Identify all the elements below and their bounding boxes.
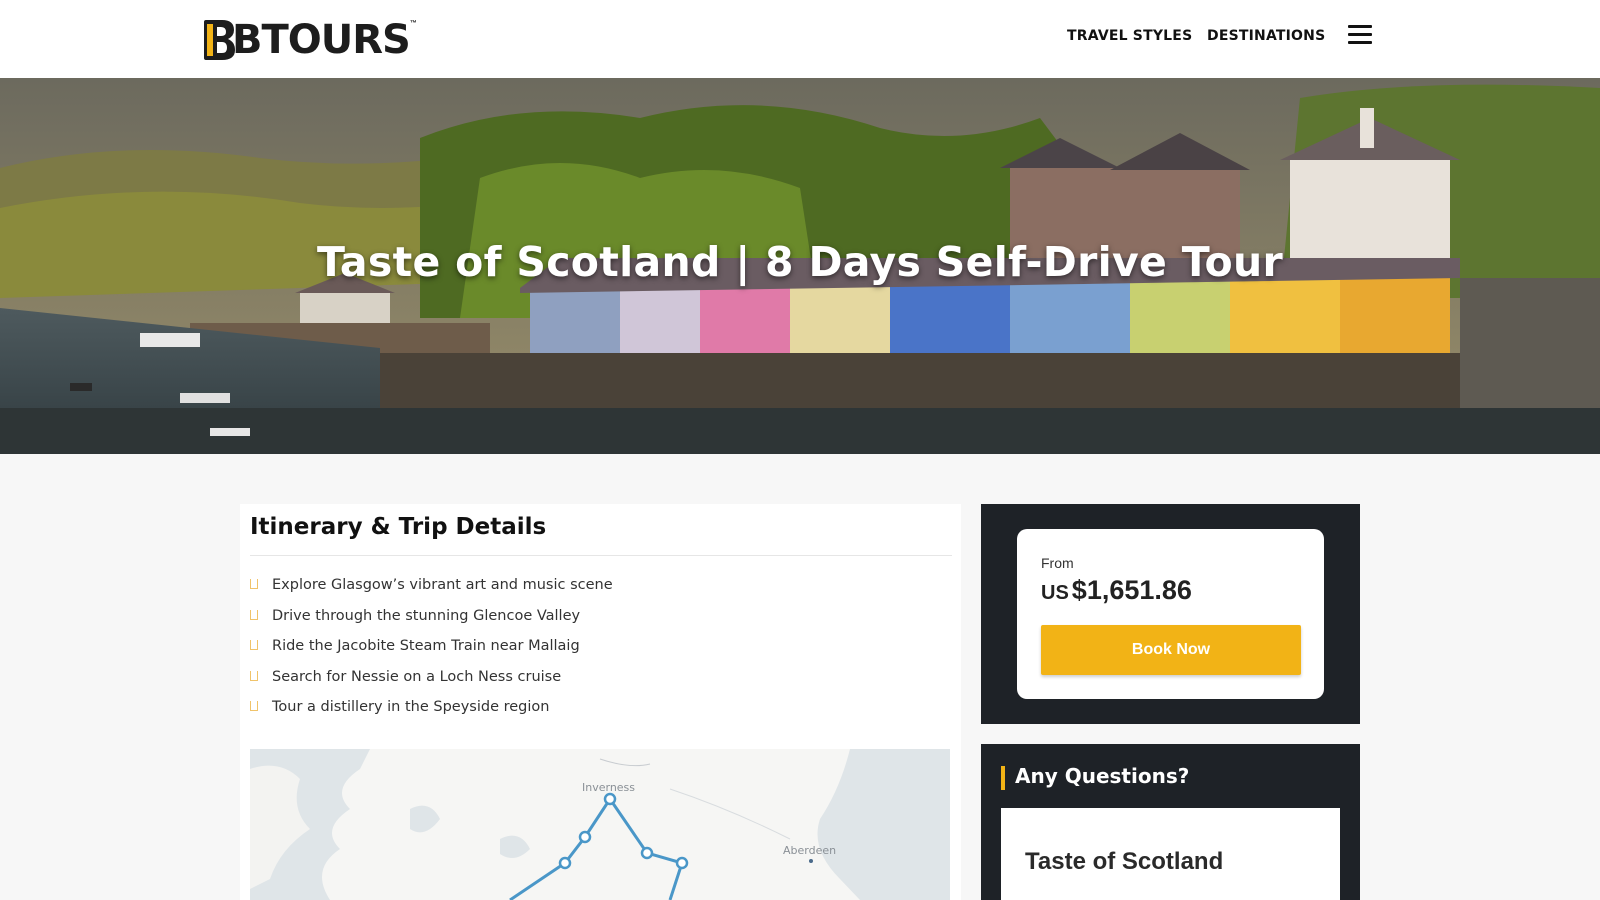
logo-wordmark: BTOURS <box>232 17 411 63</box>
list-item: Explore Glasgow’s vibrant art and music … <box>250 576 613 607</box>
price-amount: $1,651.86 <box>1071 575 1192 605</box>
logo-mark-icon <box>204 20 235 60</box>
currency-label: US <box>1041 582 1069 604</box>
booking-panel: From US $1,651.86 Book Now <box>981 504 1360 724</box>
nav-travel-styles[interactable]: TRAVEL STYLES <box>1067 28 1192 44</box>
bullet-icon <box>250 670 258 681</box>
bullet-icon <box>250 640 258 650</box>
bullet-icon <box>250 609 258 620</box>
trademark-symbol: ™ <box>409 20 417 27</box>
divider <box>250 555 952 556</box>
list-item: Tour a distillery in the Speyside region <box>250 698 613 729</box>
route-map[interactable]: Inverness Aberdeen <box>250 749 950 900</box>
from-label: From <box>1041 555 1074 571</box>
hamburger-menu-icon[interactable] <box>1348 25 1372 45</box>
bullet-icon <box>250 701 258 711</box>
route-map-image: Inverness Aberdeen <box>250 749 950 900</box>
map-label-aberdeen: Aberdeen <box>783 844 836 857</box>
map-label-inverness: Inverness <box>582 781 635 794</box>
highlights-list: Explore Glasgow’s vibrant art and music … <box>250 576 613 729</box>
itinerary-heading: Itinerary & Trip Details <box>250 514 547 540</box>
list-item: Search for Nessie on a Loch Ness cruise <box>250 668 613 699</box>
price: US $1,651.86 <box>1041 575 1192 606</box>
questions-panel: Any Questions? Taste of Scotland <box>981 744 1360 900</box>
list-item: Ride the Jacobite Steam Train near Malla… <box>250 637 613 668</box>
accent-bar <box>1001 766 1005 790</box>
inquiry-form-card: Taste of Scotland <box>1001 808 1340 900</box>
price-card: From US $1,651.86 Book Now <box>1017 529 1324 699</box>
book-now-button[interactable]: Book Now <box>1041 625 1301 675</box>
hero-banner: Taste of Scotland | 8 Days Self-Drive To… <box>0 78 1600 454</box>
page-title: Taste of Scotland | 8 Days Self-Drive To… <box>316 238 1284 286</box>
inquiry-card-title: Taste of Scotland <box>1025 848 1224 875</box>
list-item: Drive through the stunning Glencoe Valle… <box>250 607 613 638</box>
site-header: BTOURS ™ TRAVEL STYLES DESTINATIONS <box>0 0 1600 78</box>
btours-logo[interactable]: BTOURS ™ <box>200 16 417 64</box>
bullet-icon <box>250 579 258 589</box>
nav-destinations[interactable]: DESTINATIONS <box>1207 28 1325 44</box>
questions-heading: Any Questions? <box>1015 764 1190 788</box>
itinerary-card: Itinerary & Trip Details Explore Glasgow… <box>240 504 961 900</box>
